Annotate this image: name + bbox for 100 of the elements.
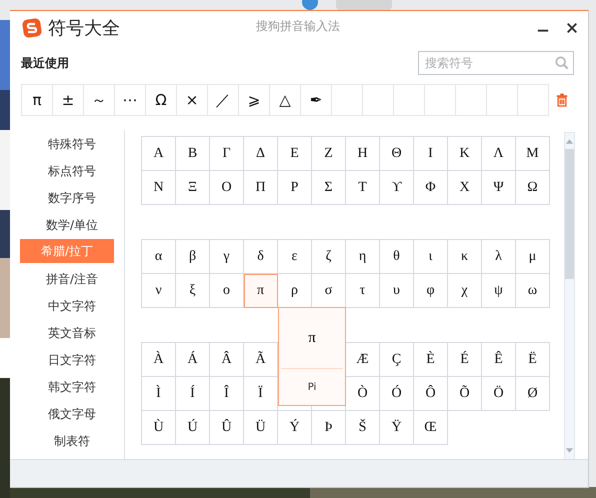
symbol-key[interactable]: Ü — [244, 411, 278, 445]
symbol-key[interactable]: Þ — [312, 411, 346, 445]
symbol-key[interactable]: Ë — [516, 343, 550, 377]
symbol-key[interactable]: ν — [142, 274, 176, 308]
symbol-key[interactable]: Λ — [482, 137, 516, 171]
symbol-key[interactable]: Ω — [516, 171, 550, 205]
symbol-key[interactable]: Ó — [380, 377, 414, 411]
scrollbar[interactable] — [564, 132, 575, 460]
symbol-key[interactable]: Ν — [142, 171, 176, 205]
scroll-up-icon[interactable] — [565, 137, 574, 145]
symbol-key[interactable]: Ö — [482, 377, 516, 411]
category-tab[interactable]: 制表符 — [20, 428, 124, 455]
symbol-key[interactable]: λ — [482, 240, 516, 274]
symbol-key[interactable]: △ — [270, 85, 301, 116]
category-tab[interactable]: 标点符号 — [20, 158, 124, 185]
symbol-key[interactable]: β — [176, 240, 210, 274]
symbol-key[interactable]: Ê — [482, 343, 516, 377]
empty-slot[interactable] — [425, 85, 456, 116]
symbol-key[interactable]: π — [22, 85, 53, 116]
symbol-key[interactable]: Ô — [414, 377, 448, 411]
category-tab[interactable]: 日文字符 — [20, 347, 124, 374]
symbol-key[interactable]: Β — [176, 137, 210, 171]
symbol-key[interactable]: Š — [346, 411, 380, 445]
scroll-down-icon[interactable] — [565, 447, 574, 455]
category-tab[interactable]: 韩文字符 — [20, 374, 124, 401]
symbol-key[interactable]: υ — [380, 274, 414, 308]
symbol-key[interactable]: Κ — [448, 137, 482, 171]
category-tab[interactable]: 拼音/注音 — [20, 266, 124, 293]
symbol-key[interactable]: ⩾ — [239, 85, 270, 116]
symbol-key[interactable]: Μ — [516, 137, 550, 171]
symbol-key[interactable]: ε — [278, 240, 312, 274]
symbol-key[interactable]: π — [244, 274, 278, 308]
symbol-key[interactable]: ω — [516, 274, 550, 308]
symbol-key[interactable]: Τ — [346, 171, 380, 205]
empty-slot[interactable] — [518, 85, 549, 116]
symbol-key[interactable]: Η — [346, 137, 380, 171]
symbol-key[interactable]: α — [142, 240, 176, 274]
symbol-key[interactable]: Ÿ — [380, 411, 414, 445]
category-tab[interactable]: 俄文字母 — [20, 401, 124, 428]
symbol-key[interactable]: θ — [380, 240, 414, 274]
symbol-key[interactable]: ± — [53, 85, 84, 116]
symbol-key[interactable]: Ø — [516, 377, 550, 411]
empty-slot[interactable] — [487, 85, 518, 116]
category-tab[interactable]: 特殊符号 — [20, 131, 124, 158]
symbol-key[interactable]: Ξ — [176, 171, 210, 205]
empty-slot[interactable] — [332, 85, 363, 116]
symbol-key[interactable]: Á — [176, 343, 210, 377]
symbol-key[interactable]: Ç — [380, 343, 414, 377]
symbol-key[interactable]: Ρ — [278, 171, 312, 205]
symbol-key[interactable]: Ω — [146, 85, 177, 116]
symbol-key[interactable]: É — [448, 343, 482, 377]
symbol-key[interactable]: Γ — [210, 137, 244, 171]
symbol-key[interactable]: × — [177, 85, 208, 116]
symbol-key[interactable]: Φ — [414, 171, 448, 205]
close-icon[interactable] — [566, 22, 578, 34]
symbol-key[interactable]: γ — [210, 240, 244, 274]
symbol-key[interactable]: ζ — [312, 240, 346, 274]
symbol-key[interactable]: τ — [346, 274, 380, 308]
symbol-key[interactable]: Œ — [414, 411, 448, 445]
trash-icon[interactable] — [556, 93, 568, 107]
empty-slot[interactable] — [394, 85, 425, 116]
category-tab[interactable]: 数字序号 — [20, 185, 124, 212]
symbol-key[interactable]: μ — [516, 240, 550, 274]
symbol-key[interactable]: Ο — [210, 171, 244, 205]
symbol-key[interactable]: Σ — [312, 171, 346, 205]
symbol-key[interactable]: À — [142, 343, 176, 377]
symbol-key[interactable]: ξ — [176, 274, 210, 308]
empty-slot[interactable] — [363, 85, 394, 116]
symbol-key[interactable]: Õ — [448, 377, 482, 411]
symbol-key[interactable]: ψ — [482, 274, 516, 308]
search-field[interactable]: 搜索符号 — [418, 51, 574, 75]
symbol-key[interactable]: ϒ — [380, 171, 414, 205]
symbol-key[interactable]: κ — [448, 240, 482, 274]
symbol-key[interactable]: Ε — [278, 137, 312, 171]
category-tab[interactable]: 中文字符 — [20, 293, 124, 320]
category-tab[interactable]: 英文音标 — [20, 320, 124, 347]
symbol-key[interactable]: Ψ — [482, 171, 516, 205]
symbol-key[interactable]: È — [414, 343, 448, 377]
symbol-key[interactable]: Ì — [142, 377, 176, 411]
symbol-key[interactable]: Θ — [380, 137, 414, 171]
symbol-key[interactable]: ι — [414, 240, 448, 274]
symbol-key[interactable]: Î — [210, 377, 244, 411]
symbol-key[interactable]: φ — [414, 274, 448, 308]
category-tab[interactable]: 数学/单位 — [20, 212, 124, 239]
symbol-key[interactable]: χ — [448, 274, 482, 308]
symbol-key[interactable]: Ù — [142, 411, 176, 445]
symbol-key[interactable]: Í — [176, 377, 210, 411]
symbol-key[interactable]: ⋯ — [115, 85, 146, 116]
search-icon[interactable] — [555, 56, 569, 70]
symbol-key[interactable]: Ý — [278, 411, 312, 445]
symbol-key[interactable]: ✒ — [301, 85, 332, 116]
symbol-key[interactable]: Ú — [176, 411, 210, 445]
symbol-key[interactable]: Ι — [414, 137, 448, 171]
symbol-key[interactable]: η — [346, 240, 380, 274]
symbol-key[interactable]: ～ — [84, 85, 115, 116]
symbol-key[interactable]: Û — [210, 411, 244, 445]
empty-slot[interactable] — [456, 85, 487, 116]
symbol-key[interactable]: ／ — [208, 85, 239, 116]
symbol-key[interactable]: Α — [142, 137, 176, 171]
symbol-key[interactable]: Δ — [244, 137, 278, 171]
